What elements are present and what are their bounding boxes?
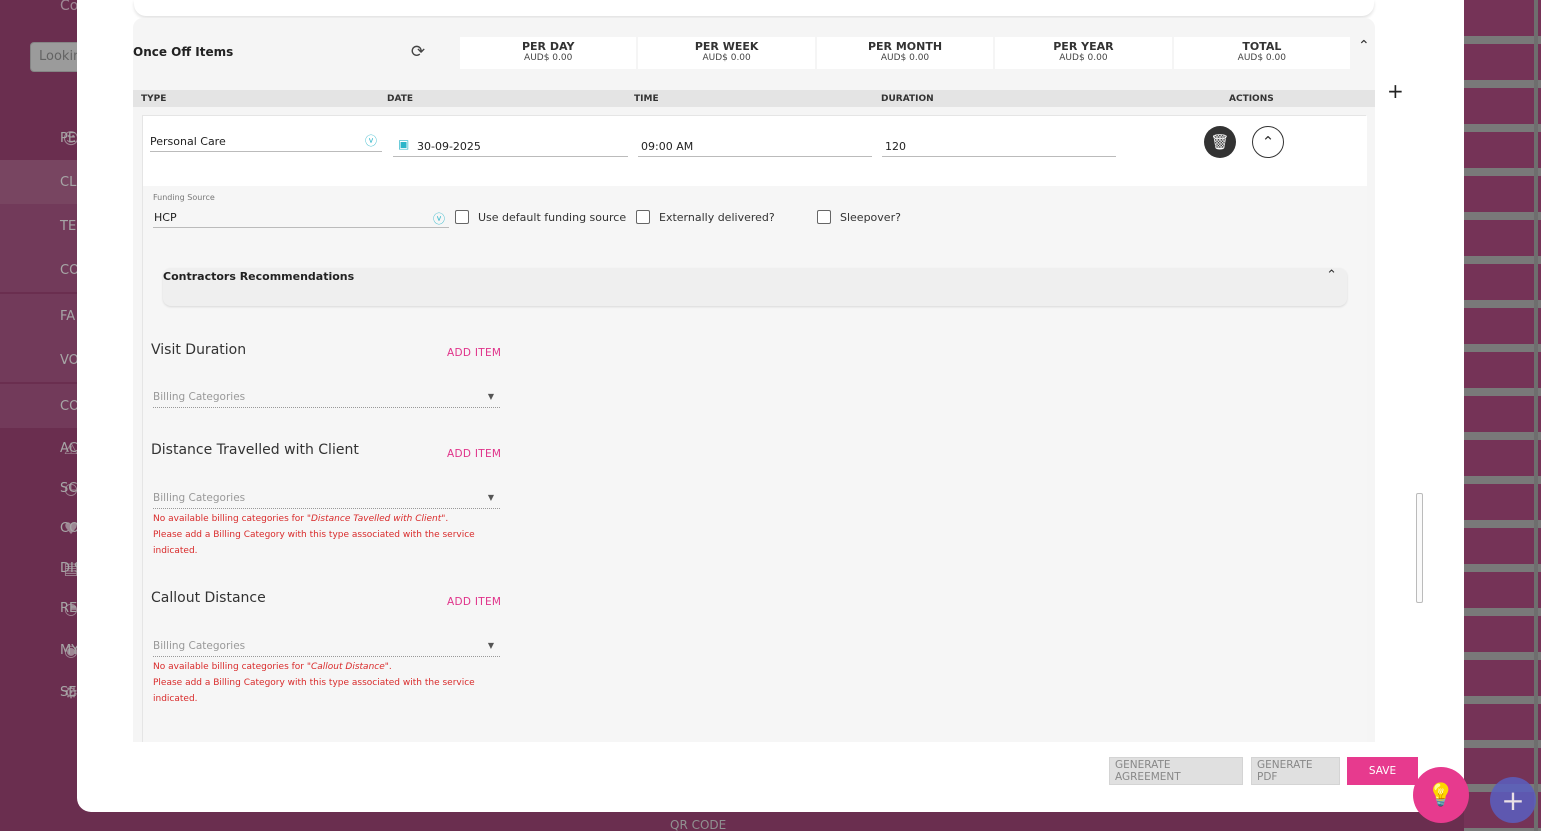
refresh-icon[interactable]: ⟳ xyxy=(409,43,427,61)
save-button[interactable]: SAVE xyxy=(1347,757,1418,785)
visit-duration-billing-select[interactable]: Billing Categories ▼ xyxy=(153,388,500,408)
funding-source-label: Funding Source xyxy=(153,193,215,202)
visit-duration-title: Visit Duration xyxy=(151,342,247,358)
col-duration: DURATION xyxy=(881,94,934,104)
caret-down-icon: ▼ xyxy=(487,641,494,650)
externally-delivered-checkbox[interactable] xyxy=(636,210,650,224)
distance-travelled-error: No available billing categories for "Dis… xyxy=(153,514,475,556)
total-overall: TOTAL AUD$ 0.00 xyxy=(1173,37,1351,69)
duration-input[interactable]: 120 xyxy=(882,135,1116,157)
generate-agreement-button[interactable]: GENERATE AGREEMENT xyxy=(1109,757,1243,785)
total-per-week: PER WEEK AUD$ 0.00 xyxy=(638,37,815,69)
chevron-up-icon[interactable]: ⌃ xyxy=(1326,268,1337,283)
callout-distance-title: Callout Distance xyxy=(151,590,266,606)
once-off-items-section: Once Off Items ⟳ PER DAY AUD$ 0.00 PER WE… xyxy=(133,18,1375,742)
distance-travelled-add-item-button[interactable]: ADD ITEM xyxy=(447,448,501,460)
totals-summary: PER DAY AUD$ 0.00 PER WEEK AUD$ 0.00 PER M… xyxy=(460,37,1351,69)
cyan-dropdown-icon[interactable]: ⓥ xyxy=(433,210,445,227)
lightbulb-icon: 💡 xyxy=(1427,782,1455,808)
cyan-dropdown-icon[interactable]: ⓥ xyxy=(365,132,377,149)
previous-section-card xyxy=(134,0,1374,16)
type-select[interactable]: Personal Care xyxy=(150,130,382,152)
agreement-modal: Once Off Items ⟳ PER DAY AUD$ 0.00 PER WE… xyxy=(77,0,1464,812)
item-row: Personal Care ⓥ ▣ 30-09-2025 09:00 AM 12… xyxy=(143,116,1367,186)
chevron-up-icon: ⌃ xyxy=(1261,133,1275,151)
visit-duration-add-item-button[interactable]: ADD ITEM xyxy=(447,347,501,359)
once-off-item: Personal Care ⓥ ▣ 30-09-2025 09:00 AM 12… xyxy=(142,115,1367,742)
add-fab-button[interactable]: + xyxy=(1490,777,1536,823)
plus-icon: + xyxy=(1501,783,1525,817)
contractors-recommendations-panel[interactable]: Contractors Recommendations ⌃ xyxy=(163,268,1347,306)
contractors-title: Contractors Recommendations xyxy=(163,270,355,283)
table-header: TYPE DATE TIME DURATION ACTIONS xyxy=(133,90,1375,107)
col-type: TYPE xyxy=(141,94,167,104)
use-default-funding-checkbox[interactable] xyxy=(455,210,469,224)
caret-down-icon: ▼ xyxy=(487,493,494,502)
help-fab-button[interactable]: 💡 xyxy=(1413,767,1469,823)
use-default-funding-label: Use default funding source xyxy=(478,211,627,224)
col-date: DATE xyxy=(387,94,414,104)
col-time: TIME xyxy=(634,94,659,104)
funding-source-select[interactable]: HCP xyxy=(153,206,449,228)
delete-item-button[interactable]: 🗑 xyxy=(1204,126,1236,158)
callout-distance-add-item-button[interactable]: ADD ITEM xyxy=(447,596,501,608)
trash-icon: 🗑 xyxy=(1210,133,1230,151)
item-details: Funding Source HCP ⓥ Use default funding… xyxy=(143,186,1367,742)
distance-travelled-billing-select[interactable]: Billing Categories ▼ xyxy=(153,489,500,509)
col-actions: ACTIONS xyxy=(1229,94,1274,104)
callout-distance-error: No available billing categories for "Cal… xyxy=(153,662,475,704)
date-input[interactable]: 30-09-2025 xyxy=(393,135,628,157)
caret-down-icon: ▼ xyxy=(487,392,494,401)
section-title: Once Off Items xyxy=(133,45,234,59)
plus-icon[interactable]: + xyxy=(1387,79,1404,103)
externally-delivered-label: Externally delivered? xyxy=(659,211,775,224)
total-per-day: PER DAY AUD$ 0.00 xyxy=(460,37,637,69)
total-per-year: PER YEAR AUD$ 0.00 xyxy=(995,37,1172,69)
generate-pdf-button[interactable]: GENERATE PDF xyxy=(1251,757,1340,785)
sleepover-checkbox[interactable] xyxy=(817,210,831,224)
sleepover-label: Sleepover? xyxy=(840,211,901,224)
time-input[interactable]: 09:00 AM xyxy=(638,135,872,157)
collapse-item-button[interactable]: ⌃ xyxy=(1252,126,1284,158)
chevron-up-icon[interactable]: ⌃ xyxy=(1358,38,1370,54)
modal-scrollbar[interactable] xyxy=(1416,493,1423,603)
distance-travelled-title: Distance Travelled with Client xyxy=(151,442,359,458)
callout-distance-billing-select[interactable]: Billing Categories ▼ xyxy=(153,637,500,657)
total-per-month: PER MONTH AUD$ 0.00 xyxy=(816,37,994,69)
